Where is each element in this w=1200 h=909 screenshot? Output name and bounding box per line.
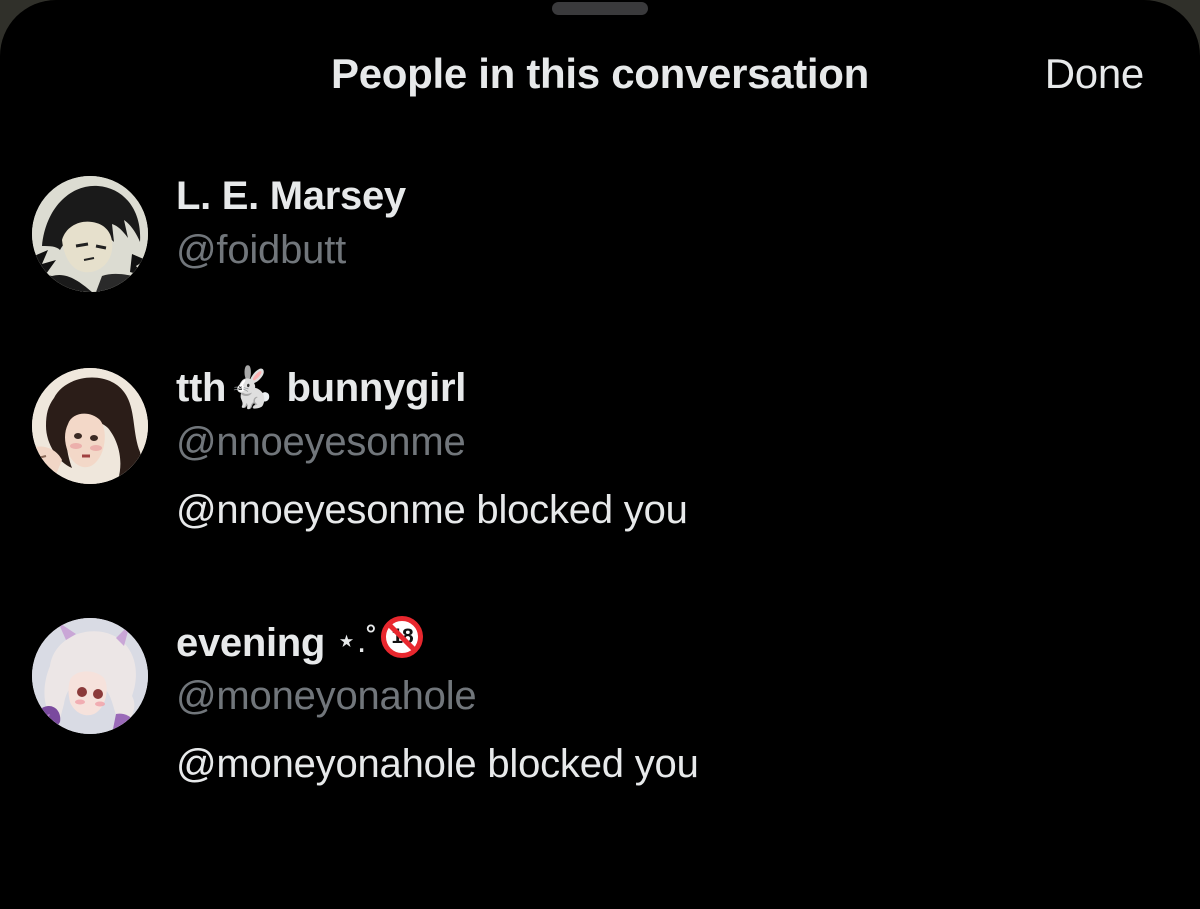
participant-row-foidbutt[interactable]: L. E. Marsey @foidbutt <box>0 0 1200 320</box>
sparkle-decoration: ⋆.˚ <box>335 622 378 660</box>
rabbit-emoji-icon: 🐇 <box>226 366 276 410</box>
participant-row-moneyonahole[interactable]: evening ⋆.˚18 @moneyonahole @moneyonahol… <box>0 580 1200 840</box>
participant-handle: @foidbutt <box>176 228 347 272</box>
participant-handle: @moneyonahole <box>176 674 477 718</box>
participants-sheet: People in this conversation Done L. E. M… <box>0 0 1200 909</box>
blocked-status: @moneyonahole blocked you <box>176 742 699 786</box>
participant-row-nnoeyesonme[interactable]: tth🐇 bunnygirl @nnoeyesonme @nnoeyesonme… <box>0 320 1200 580</box>
avatar[interactable] <box>32 368 148 484</box>
avatar[interactable] <box>32 618 148 734</box>
avatar[interactable] <box>32 176 148 292</box>
no-under-18-icon: 18 <box>381 616 424 658</box>
avatar-image <box>32 176 148 292</box>
participant-name: L. E. Marsey <box>176 174 406 218</box>
participant-name-prefix: evening <box>176 621 326 665</box>
blocked-status: @nnoeyesonme blocked you <box>176 488 688 532</box>
participant-name: tth🐇 bunnygirl <box>176 364 466 412</box>
avatar-image <box>32 618 148 734</box>
participant-name-suffix: bunnygirl <box>286 366 467 410</box>
participant-name: evening ⋆.˚18 <box>176 616 424 667</box>
participant-handle: @nnoeyesonme <box>176 420 466 464</box>
participant-name-prefix: tth <box>176 366 227 410</box>
avatar-image <box>32 368 148 484</box>
